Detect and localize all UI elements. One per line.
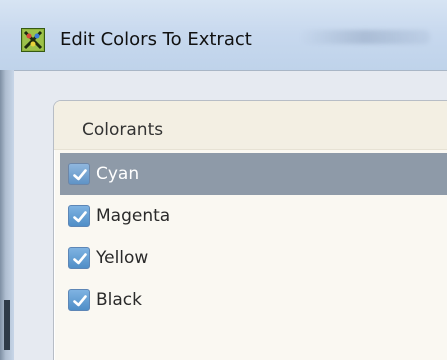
colorants-header: Colorants (54, 101, 447, 150)
list-item-black[interactable]: Black (60, 279, 447, 321)
list-item-label: Cyan (96, 164, 140, 184)
colorants-panel: Colorants Cyan Magenta Yellow Black (53, 100, 447, 360)
title-bar[interactable]: Edit Colors To Extract (0, 0, 447, 70)
list-item-label: Magenta (96, 206, 171, 226)
checkbox-black[interactable] (68, 289, 90, 311)
checkbox-yellow[interactable] (68, 247, 90, 269)
checkmark-icon (73, 169, 87, 181)
list-item-label: Black (96, 290, 142, 310)
list-item-label: Yellow (96, 248, 149, 268)
title-blur (300, 30, 430, 44)
checkbox-magenta[interactable] (68, 205, 90, 227)
list-item-magenta[interactable]: Magenta (60, 195, 447, 237)
colorants-header-label: Colorants (82, 120, 164, 140)
colorants-list: Cyan Magenta Yellow Black (60, 153, 447, 321)
window-frame-left (0, 70, 14, 360)
window-title: Edit Colors To Extract (60, 29, 252, 50)
checkmark-icon (73, 253, 87, 265)
dialog-window: Edit Colors To Extract Colorants Cyan Ma… (0, 0, 447, 360)
app-icon (21, 28, 45, 52)
checkbox-cyan[interactable] (68, 163, 90, 185)
list-item-cyan[interactable]: Cyan (60, 153, 447, 195)
frame-edge (4, 300, 10, 350)
checkmark-icon (73, 211, 87, 223)
list-item-yellow[interactable]: Yellow (60, 237, 447, 279)
checkmark-icon (73, 295, 87, 307)
